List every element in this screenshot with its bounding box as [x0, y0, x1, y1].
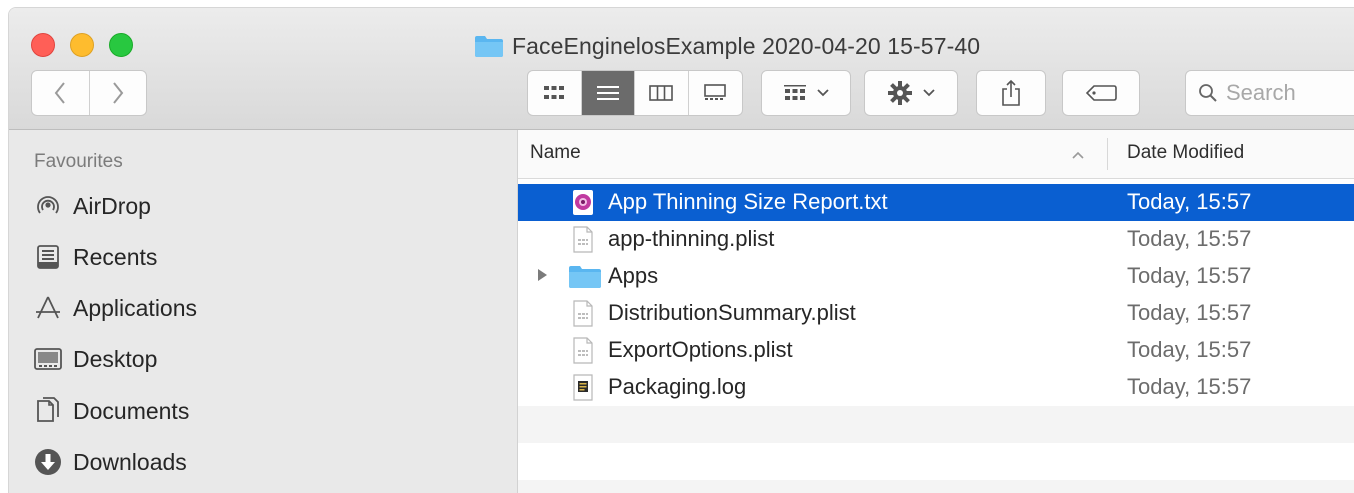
sidebar-item-label: Desktop	[73, 345, 158, 372]
icon-view-icon	[544, 86, 565, 99]
back-button[interactable]	[32, 71, 89, 115]
toolbar: FaceEnginelosExample 2020-04-20 15-57-40	[9, 8, 1354, 130]
sidebar-item-airdrop[interactable]: AirDrop	[33, 186, 151, 226]
minimize-window-button[interactable]	[70, 33, 94, 57]
file-row[interactable]: App Thinning Size Report.txt Today, 15:5…	[518, 184, 1354, 221]
recents-icon	[33, 242, 63, 272]
file-row[interactable]: ExportOptions.plist Today, 15:57	[518, 332, 1354, 369]
close-window-button[interactable]	[31, 33, 55, 57]
file-date: Today, 15:57	[1127, 189, 1252, 214]
file-name: Apps	[608, 263, 659, 288]
chevron-left-icon	[54, 82, 66, 104]
share-icon	[1002, 79, 1020, 106]
column-view-icon	[649, 85, 674, 101]
icon-view-button[interactable]	[528, 71, 582, 115]
search-field[interactable]: Search	[1185, 70, 1354, 116]
documents-icon	[33, 396, 63, 426]
file-row[interactable]: Apps Today, 15:57	[518, 258, 1354, 295]
folder-icon	[568, 264, 602, 291]
airdrop-icon	[33, 191, 63, 221]
file-date: Today, 15:57	[1127, 226, 1252, 251]
forward-button[interactable]	[89, 71, 146, 115]
plist-file-icon	[570, 226, 596, 253]
window-title-bar: FaceEnginelosExample 2020-04-20 15-57-40	[474, 32, 980, 60]
plist-file-icon	[570, 337, 596, 364]
sidebar-item-label: Downloads	[73, 448, 187, 475]
file-date: Today, 15:57	[1127, 374, 1252, 399]
folder-icon	[474, 34, 504, 58]
name-column-header[interactable]: Name	[530, 142, 581, 164]
file-name: app-thinning.plist	[608, 226, 775, 251]
sidebar-item-desktop[interactable]: Desktop	[33, 339, 157, 379]
file-date: Today, 15:57	[1127, 263, 1252, 288]
sidebar-item-label: Documents	[73, 397, 190, 424]
navigation-buttons	[31, 70, 147, 116]
plist-file-icon	[570, 300, 596, 327]
chevron-down-icon	[817, 89, 829, 97]
date-modified-column-header[interactable]: Date Modified	[1127, 142, 1244, 164]
file-row[interactable]: DistributionSummary.plist Today, 15:57	[518, 295, 1354, 332]
column-divider[interactable]	[1107, 138, 1108, 170]
sidebar-item-applications[interactable]: Applications	[33, 288, 197, 328]
sidebar-item-downloads[interactable]: Downloads	[33, 442, 187, 482]
list-view-icon	[596, 86, 619, 100]
file-row[interactable]: Packaging.log Today, 15:57	[518, 369, 1354, 406]
log-file-icon	[570, 374, 596, 401]
downloads-icon	[33, 447, 63, 477]
sort-ascending-icon	[1072, 146, 1084, 162]
search-placeholder: Search	[1226, 80, 1296, 105]
sidebar-item-documents[interactable]: Documents	[33, 391, 189, 431]
sidebar-section-favourites: Favourites	[34, 151, 123, 172]
column-header-row: Name Date Modified	[518, 130, 1354, 179]
empty-row	[518, 443, 1354, 480]
search-icon	[1199, 84, 1217, 102]
group-icon	[784, 85, 806, 100]
tags-button[interactable]	[1062, 70, 1140, 116]
sidebar-item-label: AirDrop	[73, 192, 151, 219]
gear-icon	[888, 81, 912, 105]
sidebar-item-label: Recents	[73, 243, 158, 270]
list-view-button[interactable]	[581, 71, 635, 115]
gallery-view-icon	[704, 84, 727, 100]
action-menu-button[interactable]	[864, 70, 958, 116]
sidebar-item-label: Applications	[73, 294, 198, 321]
finder-window: FaceEnginelosExample 2020-04-20 15-57-40	[8, 7, 1354, 493]
column-view-button[interactable]	[635, 71, 689, 115]
file-name: Packaging.log	[608, 374, 747, 399]
file-name: App Thinning Size Report.txt	[608, 189, 888, 214]
txt-file-icon	[570, 189, 596, 216]
zoom-window-button[interactable]	[109, 33, 133, 57]
file-row[interactable]: app-thinning.plist Today, 15:57	[518, 221, 1354, 258]
share-button[interactable]	[976, 70, 1046, 116]
file-list: Name Date Modified App Thinning Size Rep…	[518, 130, 1354, 493]
chevron-right-icon	[112, 82, 124, 104]
applications-icon	[33, 293, 63, 323]
chevron-down-icon	[923, 89, 935, 97]
empty-row	[518, 480, 1354, 493]
file-name: ExportOptions.plist	[608, 337, 793, 362]
empty-row	[518, 406, 1354, 443]
tag-icon	[1085, 85, 1117, 101]
file-date: Today, 15:57	[1127, 337, 1252, 362]
file-name: DistributionSummary.plist	[608, 300, 856, 325]
group-by-button[interactable]	[761, 70, 851, 116]
file-date: Today, 15:57	[1127, 300, 1252, 325]
disclosure-triangle-icon[interactable]	[536, 268, 548, 286]
sidebar: Favourites AirDrop Recents Applications …	[9, 130, 518, 493]
desktop-icon	[33, 344, 63, 374]
sidebar-item-recents[interactable]: Recents	[33, 237, 157, 277]
gallery-view-button[interactable]	[689, 71, 743, 115]
view-mode-control	[527, 70, 743, 116]
window-title: FaceEnginelosExample 2020-04-20 15-57-40	[512, 32, 981, 59]
